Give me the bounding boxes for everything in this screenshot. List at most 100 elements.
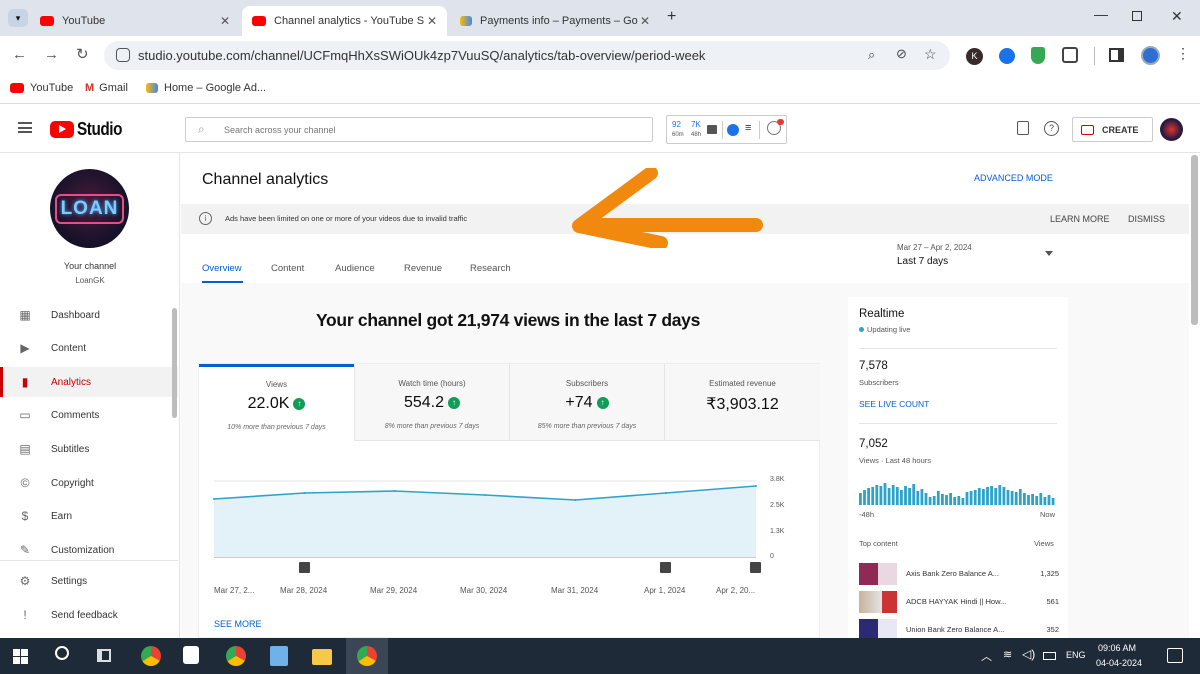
browser-menu-icon[interactable]: ⋮ [1176,45,1190,62]
help-icon[interactable]: ? [1044,121,1059,136]
minimize-window-icon[interactable]: — [1094,6,1108,22]
sidebar-item-content[interactable]: ▶ Content [0,333,178,363]
top-content-row[interactable]: ADCB HAYYAK Hindi || How... 561 [859,591,1059,613]
taskbar-search-icon[interactable] [55,646,69,660]
bookmark-google-ads[interactable]: Home – Google Ad... [146,82,266,94]
bookmark-gmail[interactable]: M Gmail [85,82,128,94]
side-panel-icon[interactable] [1109,48,1124,62]
see-more-button[interactable]: SEE MORE [214,619,262,629]
metric-views[interactable]: Views 22.0K ↑ 10% more than previous 7 da… [199,364,354,441]
forward-arrow-icon[interactable]: → [44,46,59,63]
browser-tab-channel-analytics[interactable]: Channel analytics - YouTube Stu ✕ [242,6,447,36]
studio-logo[interactable]: Studio [50,119,130,140]
zoom-icon[interactable]: ⌕ [868,47,875,63]
sidebar-item-label: Subtitles [51,443,90,455]
close-tab-icon[interactable]: ✕ [220,14,230,28]
close-window-icon[interactable]: ✕ [1171,8,1183,25]
metric-estimated-revenue[interactable]: Estimated revenue ₹3,903.12 [664,364,820,441]
sidebar-item-settings[interactable]: ⚙ Settings [0,566,178,596]
sidebar-item-analytics[interactable]: ▮ Analytics [0,367,178,397]
realtime-bar [998,485,1002,505]
profile-k-icon[interactable]: K [966,48,983,65]
task-view-icon[interactable] [97,649,111,662]
battery-icon[interactable] [1043,652,1056,660]
chrome-taskbar-icon[interactable] [141,646,161,666]
tab-search-chevron-icon[interactable]: ▾ [8,9,28,27]
tab-overview[interactable]: Overview [202,263,242,274]
top-content-row[interactable]: Axis Bank Zero Balance A... 1,325 [859,563,1059,585]
channel-search-input[interactable]: ⌕ Search across your channel [185,117,653,142]
tab-research[interactable]: Research [470,263,511,274]
account-avatar[interactable] [1160,118,1183,141]
video-marker-icon[interactable] [299,562,310,573]
windows-start-icon[interactable] [13,649,28,664]
report-icon[interactable] [1017,121,1029,135]
channel-avatar[interactable]: LOAN [50,169,129,248]
tab-revenue[interactable]: Revenue [404,263,442,274]
sidebar-item-earn[interactable]: $ Earn [0,501,178,531]
create-button[interactable]: CREATE [1072,117,1153,142]
notepad-taskbar-icon[interactable] [270,646,288,666]
page-scrollbar[interactable] [1191,155,1198,325]
extensions-puzzle-icon[interactable] [1062,47,1078,63]
learn-more-button[interactable]: LEARN MORE [1050,214,1110,224]
extension-counter-widget[interactable]: 92 60m 7K 48h ≡ [666,115,787,144]
sidebar-item-comments[interactable]: ▭ Comments [0,400,178,430]
wifi-icon[interactable]: ≋ [1003,648,1012,661]
views-data-point[interactable] [755,485,757,487]
reload-icon[interactable]: ↻ [76,45,89,63]
views-data-point[interactable] [664,492,667,494]
views-data-point[interactable] [574,499,577,501]
bookmark-star-icon[interactable]: ☆ [924,46,937,63]
show-hidden-icons-icon[interactable]: ︿ [981,648,992,664]
sidebar-item-copyright[interactable]: © Copyright [0,468,178,498]
hamburger-menu-icon[interactable] [18,122,32,133]
security-shield-icon[interactable] [183,646,199,664]
realtime-bar [895,487,899,505]
volume-icon[interactable]: ◁) [1022,647,1035,661]
advanced-mode-button[interactable]: ADVANCED MODE [974,173,1053,183]
extension-shield-icon[interactable] [1031,47,1045,64]
bookmark-youtube[interactable]: YouTube [10,82,73,94]
sidebar-item-subtitles[interactable]: ▤ Subtitles [0,434,178,464]
address-bar[interactable]: studio.youtube.com/channel/UCFmqHhXsSWiO… [104,41,950,70]
language-indicator[interactable]: ENG [1066,650,1086,660]
clock-time[interactable]: 09:06 AM [1098,643,1136,653]
restore-window-icon[interactable] [1132,11,1142,21]
video-marker-icon[interactable] [750,562,761,573]
your-channel-label[interactable]: Your channel [0,261,180,271]
new-tab-icon[interactable]: + [667,8,676,26]
sidebar-item-dashboard[interactable]: ▦ Dashboard [0,300,178,330]
hide-eye-icon[interactable]: ⊘ [896,46,907,62]
tab-content[interactable]: Content [271,263,304,274]
browser-tab-youtube[interactable]: YouTube ✕ [30,6,240,36]
chrome-active-taskbar-icon[interactable] [357,646,377,666]
extension-play-icon[interactable] [999,48,1015,64]
metric-subscribers[interactable]: Subscribers +74 ↑ 85% more than previous … [509,364,664,441]
close-tab-icon[interactable]: ✕ [427,14,437,28]
clock-date[interactable]: 04-04-2024 [1096,658,1142,668]
see-live-count-button[interactable]: SEE LIVE COUNT [859,399,929,409]
close-tab-icon[interactable]: ✕ [640,14,650,28]
views-data-point[interactable] [484,494,486,496]
notification-center-icon[interactable] [1167,648,1183,663]
top-content-row[interactable]: Union Bank Zero Balance A... 352 [859,619,1059,638]
views-data-point[interactable] [303,492,306,494]
tab-audience[interactable]: Audience [335,263,375,274]
file-explorer-icon[interactable] [312,649,332,665]
trend-up-icon: ↑ [448,397,461,409]
video-marker-icon[interactable] [660,562,671,573]
chrome-profile-taskbar-icon[interactable] [226,646,246,666]
period-selector[interactable]: Mar 27 – Apr 2, 2024 Last 7 days [897,243,1057,275]
back-arrow-icon[interactable]: ← [12,46,27,63]
views-data-point[interactable] [393,490,396,492]
trend-up-icon: ↑ [596,397,609,409]
browser-tab-payments[interactable]: Payments info – Payments – Go ✕ [450,6,660,36]
sidebar-item-send-feedback[interactable]: ! Send feedback [0,600,178,630]
site-info-icon[interactable] [116,48,130,62]
sidebar-scrollbar[interactable] [172,308,177,418]
dismiss-button[interactable]: DISMISS [1128,214,1165,224]
profile-avatar-icon[interactable] [1141,46,1160,65]
views-data-point[interactable] [213,498,215,500]
metric-watch-time[interactable]: Watch time (hours) 554.2 ↑ 8% more than p… [354,364,509,441]
